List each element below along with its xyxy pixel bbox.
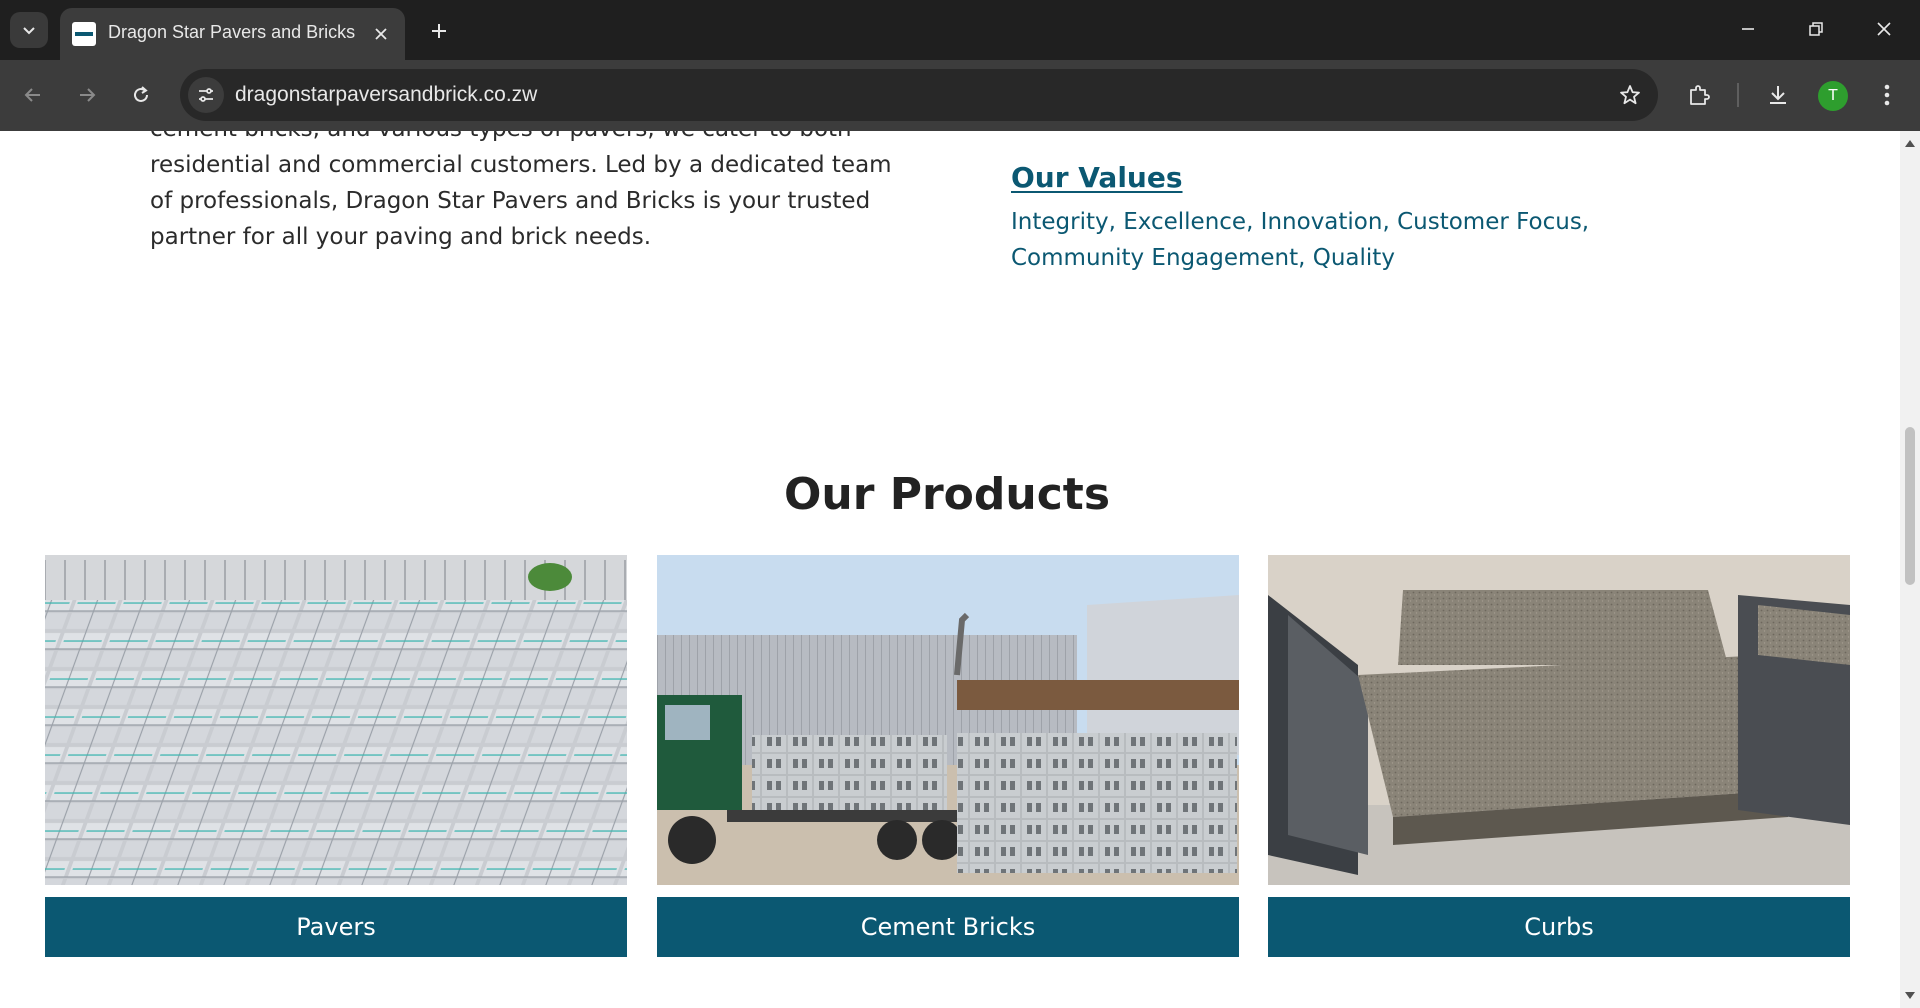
profile-avatar[interactable]: T [1818,81,1848,111]
close-icon [375,28,387,40]
reload-icon [134,86,148,102]
page-viewport: cement bricks, and various types of pave… [0,131,1900,1008]
minimize-button[interactable] [1720,6,1776,52]
tab-strip: Dragon Star Pavers and Bricks [0,0,1920,60]
our-values-heading: Our Values [1011,161,1183,194]
bookmark-button[interactable] [1616,81,1644,109]
star-icon [1620,85,1640,105]
toolbar-divider [1737,83,1739,107]
product-card-cement-bricks: Cement Bricks [657,555,1239,957]
arrow-left-icon [24,88,40,102]
minimize-icon [1742,28,1754,30]
scrollbar-thumb[interactable] [1905,427,1915,585]
our-values-text: Integrity, Excellence, Innovation, Custo… [1011,209,1590,271]
tune-icon [199,88,213,102]
our-products-heading: Our Products [783,469,1111,520]
url-text[interactable]: dragonstarpaversandbrick.co.zw [235,83,537,107]
extensions-button[interactable] [1680,76,1718,114]
forward-button[interactable] [68,76,106,114]
window-close-button[interactable] [1856,6,1912,52]
tab-search-button[interactable] [10,12,48,48]
menu-button[interactable] [1868,76,1906,114]
curbs-image [1268,555,1850,885]
browser-toolbar: dragonstarpaversandbrick.co.zw T [0,60,1920,131]
about-paragraph: cement bricks, and various types of pave… [150,131,892,250]
site-info-button[interactable] [188,77,224,113]
pavers-button[interactable]: Pavers [45,897,627,957]
new-tab-button[interactable] [422,14,456,48]
scroll-up-arrow-icon[interactable] [1904,137,1916,149]
product-card-pavers: Pavers [45,555,627,957]
pavers-image [45,555,627,885]
scroll-down-arrow-icon[interactable] [1904,990,1916,1002]
curbs-button[interactable]: Curbs [1268,897,1850,957]
restore-icon [1809,22,1823,36]
tab-title: Dragon Star Pavers and Bricks [108,22,356,42]
address-bar[interactable]: dragonstarpaversandbrick.co.zw [180,69,1658,121]
kebab-menu-icon [1884,84,1890,106]
page-scrollbar[interactable] [1900,131,1920,1008]
download-icon [1770,86,1786,104]
downloads-button[interactable] [1759,76,1797,114]
close-icon [1877,22,1891,36]
tab-close-button[interactable] [369,22,393,46]
puzzle-icon [1690,85,1710,105]
back-button[interactable] [14,76,52,114]
cement-bricks-image [657,555,1239,885]
browser-tab-active[interactable]: Dragon Star Pavers and Bricks [60,8,405,60]
reload-button[interactable] [122,76,160,114]
cement-bricks-button[interactable]: Cement Bricks [657,897,1239,957]
product-card-curbs: Curbs [1268,555,1850,957]
site-favicon-icon [72,22,96,46]
restore-button[interactable] [1788,6,1844,52]
arrow-right-icon [80,88,96,102]
plus-icon [432,24,446,38]
chevron-down-icon [23,27,35,35]
